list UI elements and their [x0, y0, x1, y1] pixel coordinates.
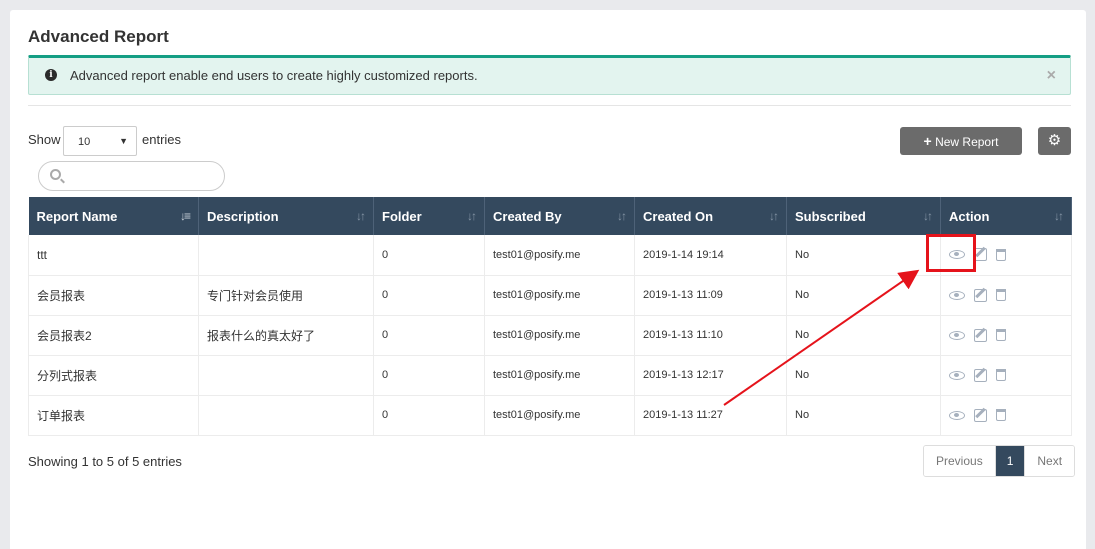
alert-message: Advanced report enable end users to crea…	[70, 68, 478, 83]
table-row: 会员报表2 报表什么的真太好了 0 test01@posify.me 2019-…	[28, 315, 1072, 356]
report-panel: Advanced Report i Advanced report enable…	[10, 10, 1086, 549]
cell-name: ttt	[28, 235, 199, 276]
view-icon[interactable]	[949, 330, 965, 340]
entries-value: 10	[78, 136, 91, 148]
cell-created-on: 2019-1-13 12:17	[634, 355, 787, 396]
cell-description: 专门针对会员使用	[198, 275, 374, 316]
cell-description	[198, 395, 374, 436]
edit-icon[interactable]	[974, 288, 987, 302]
col-header[interactable]: Subscribed ↓↑	[786, 197, 941, 235]
new-report-button[interactable]: + New Report	[900, 127, 1022, 155]
col-header[interactable]: Report Name ↓≡	[28, 197, 199, 235]
sort-icon: ↓↑	[769, 209, 779, 223]
cell-name: 订单报表	[28, 395, 199, 436]
view-icon[interactable]	[949, 290, 965, 300]
next-button[interactable]: Next	[1025, 446, 1075, 476]
cell-name: 会员报表	[28, 275, 199, 316]
cell-actions	[940, 395, 1072, 436]
table-row: ttt 0 test01@posify.me 2019-1-14 19:14 N…	[28, 235, 1072, 276]
col-header[interactable]: Description ↓↑	[198, 197, 374, 235]
reports-table: Report Name ↓≡ Description ↓↑ Folder ↓↑ Cre…	[28, 197, 1072, 436]
search-icon	[50, 169, 61, 180]
entries-label: entries	[142, 132, 182, 147]
view-icon[interactable]	[949, 370, 965, 380]
trash-icon[interactable]	[996, 289, 1006, 301]
page-title: Advanced Report	[28, 27, 169, 46]
search-input[interactable]	[38, 161, 225, 191]
settings-button[interactable]: ⚙	[1038, 127, 1071, 155]
entries-select[interactable]: 10 ▼	[63, 126, 137, 156]
sort-icon: ↓↑	[356, 209, 366, 223]
sort-icon: ↓↑	[1054, 209, 1064, 223]
edit-icon[interactable]	[974, 408, 987, 422]
cell-name: 会员报表2	[28, 315, 199, 356]
cell-folder: 0	[373, 275, 485, 316]
cell-description	[198, 355, 374, 396]
cell-subscribed: No	[786, 275, 941, 316]
cell-subscribed: No	[786, 235, 941, 276]
cell-name: 分列式报表	[28, 355, 199, 396]
trash-icon[interactable]	[996, 369, 1006, 381]
cell-actions	[940, 275, 1072, 316]
sort-icon: ↓↑	[923, 209, 933, 223]
annotation-highlight-box	[926, 234, 976, 272]
col-header[interactable]: Action ↓↑	[940, 197, 1072, 235]
sort-icon: ↓↑	[617, 209, 627, 223]
cell-created-on: 2019-1-13 11:10	[634, 315, 787, 356]
cell-subscribed: No	[786, 395, 941, 436]
trash-icon[interactable]	[996, 409, 1006, 421]
caret-down-icon: ▼	[119, 136, 128, 146]
cell-description: 报表什么的真太好了	[198, 315, 374, 356]
close-icon[interactable]: ×	[1047, 67, 1056, 85]
cell-created-by: test01@posify.me	[484, 395, 635, 436]
cell-folder: 0	[373, 235, 485, 276]
gear-icon: ⚙	[1047, 132, 1062, 149]
cell-actions	[940, 315, 1072, 356]
table-row: 分列式报表 0 test01@posify.me 2019-1-13 12:17…	[28, 355, 1072, 396]
col-header[interactable]: Created By ↓↑	[484, 197, 635, 235]
col-header[interactable]: Folder ↓↑	[373, 197, 485, 235]
divider	[28, 105, 1071, 106]
sort-icon: ↓≡	[179, 209, 191, 223]
col-header[interactable]: Created On ↓↑	[634, 197, 787, 235]
previous-button[interactable]: Previous	[924, 446, 996, 476]
cell-created-on: 2019-1-13 11:09	[634, 275, 787, 316]
table-row: 订单报表 0 test01@posify.me 2019-1-13 11:27 …	[28, 395, 1072, 436]
page-1-button[interactable]: 1	[995, 446, 1026, 476]
show-label: Show	[28, 132, 61, 147]
cell-created-by: test01@posify.me	[484, 355, 635, 396]
edit-icon[interactable]	[974, 328, 987, 342]
plus-icon: +	[923, 133, 932, 149]
cell-folder: 0	[373, 315, 485, 356]
cell-created-by: test01@posify.me	[484, 235, 635, 276]
cell-subscribed: No	[786, 315, 941, 356]
trash-icon[interactable]	[996, 329, 1006, 341]
cell-created-by: test01@posify.me	[484, 315, 635, 356]
sort-icon: ↓↑	[467, 209, 477, 223]
cell-subscribed: No	[786, 355, 941, 396]
pagination: Previous 1 Next	[923, 445, 1076, 477]
edit-icon[interactable]	[974, 368, 987, 382]
cell-description	[198, 235, 374, 276]
table-info: Showing 1 to 5 of 5 entries	[28, 454, 182, 469]
cell-actions	[940, 355, 1072, 396]
info-alert: i Advanced report enable end users to cr…	[28, 55, 1071, 95]
table-row: 会员报表 专门针对会员使用 0 test01@posify.me 2019-1-…	[28, 275, 1072, 316]
table-header-row: Report Name ↓≡ Description ↓↑ Folder ↓↑ Cre…	[28, 197, 1072, 235]
view-icon[interactable]	[949, 410, 965, 420]
cell-created-on: 2019-1-13 11:27	[634, 395, 787, 436]
trash-icon[interactable]	[996, 248, 1006, 261]
cell-folder: 0	[373, 395, 485, 436]
cell-created-by: test01@posify.me	[484, 275, 635, 316]
cell-folder: 0	[373, 355, 485, 396]
info-circle-icon: i	[45, 69, 57, 81]
cell-created-on: 2019-1-14 19:14	[634, 235, 787, 276]
new-report-label: New Report	[935, 135, 999, 149]
